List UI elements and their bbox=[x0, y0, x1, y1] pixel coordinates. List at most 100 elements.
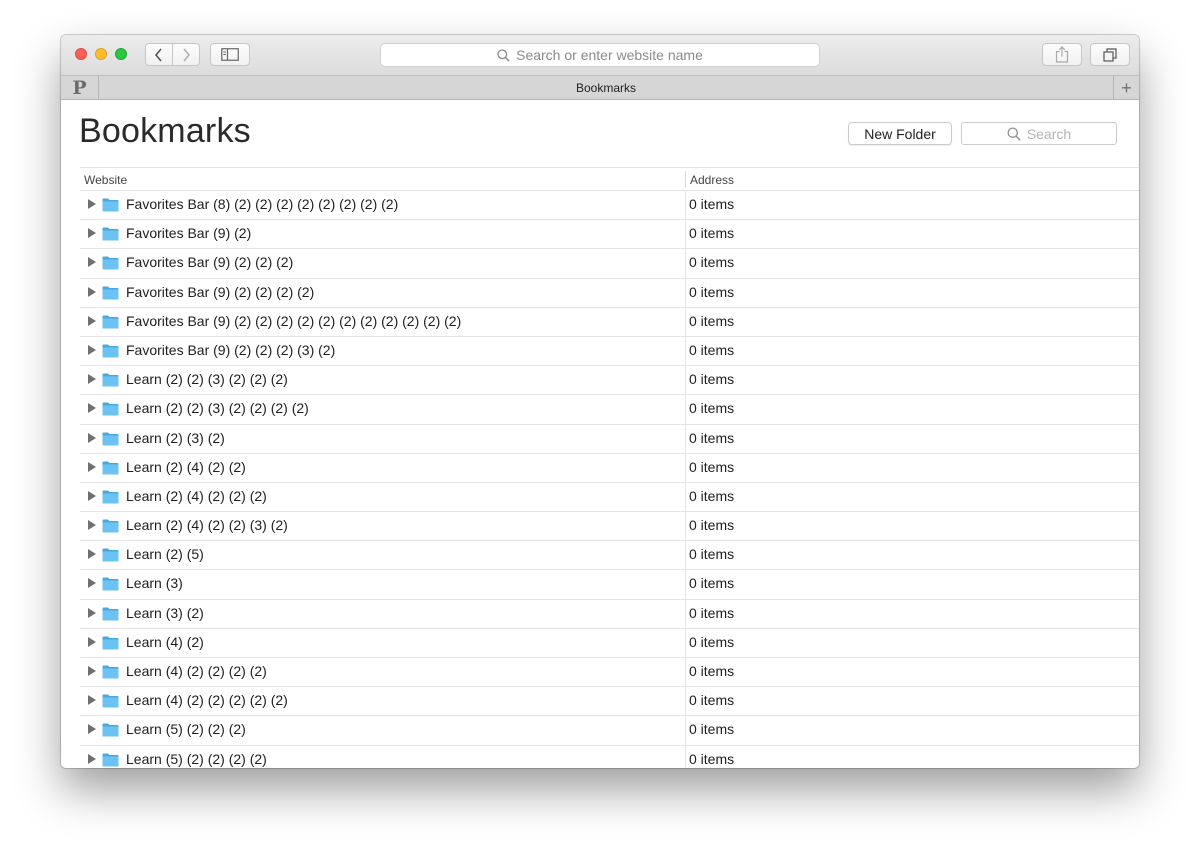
address-bar[interactable]: Search or enter website name bbox=[380, 43, 820, 67]
bookmark-address: 0 items bbox=[689, 692, 735, 709]
pinned-tab-letter: P bbox=[72, 77, 87, 99]
disclosure-triangle-icon[interactable] bbox=[88, 607, 96, 618]
bookmark-address: 0 items bbox=[689, 429, 735, 446]
table-row[interactable]: Favorites Bar (9) (2) (2) (2) (2) (2) (2… bbox=[80, 307, 1139, 337]
disclosure-triangle-icon[interactable] bbox=[88, 724, 96, 735]
column-divider bbox=[685, 570, 686, 599]
table-row[interactable]: Learn (2) (4) (2) (2) (2) 0 items bbox=[80, 482, 1139, 513]
table-row[interactable]: Learn (2) (4) (2) (2) 0 items bbox=[80, 453, 1139, 483]
disclosure-triangle-icon[interactable] bbox=[88, 753, 96, 764]
folder-icon bbox=[102, 402, 119, 416]
table-row[interactable]: Learn (2) (2) (3) (2) (2) (2) (2) 0 items bbox=[80, 395, 1139, 425]
minimize-window-button[interactable] bbox=[95, 48, 107, 60]
bookmark-folder-name: Learn (4) (2) (2) (2) (2) bbox=[126, 663, 267, 679]
table-row[interactable]: Learn (5) (2) (2) (2) 0 items bbox=[80, 716, 1139, 746]
folder-icon bbox=[102, 753, 119, 767]
back-button[interactable] bbox=[145, 43, 173, 66]
column-divider bbox=[685, 541, 686, 570]
folder-icon bbox=[102, 548, 119, 562]
table-row[interactable]: Favorites Bar (9) (2) (2) (2) 0 items bbox=[80, 249, 1139, 279]
folder-icon bbox=[102, 723, 119, 737]
table-row[interactable]: Favorites Bar (9) (2) 0 items bbox=[80, 220, 1139, 250]
bookmark-address: 0 items bbox=[689, 400, 735, 417]
share-button[interactable] bbox=[1042, 43, 1082, 66]
new-folder-button[interactable]: New Folder bbox=[848, 122, 952, 145]
bookmark-folder-name: Learn (4) (2) bbox=[126, 633, 204, 650]
folder-icon bbox=[102, 198, 119, 212]
bookmarks-search-field[interactable]: Search bbox=[961, 122, 1117, 145]
close-window-button[interactable] bbox=[75, 48, 87, 60]
bookmark-address: 0 items bbox=[689, 517, 735, 534]
table-row[interactable]: Learn (2) (3) (2) 0 items bbox=[80, 424, 1139, 454]
disclosure-triangle-icon[interactable] bbox=[88, 344, 96, 355]
table-row[interactable]: Learn (4) (2) 0 items bbox=[80, 628, 1139, 658]
folder-icon bbox=[102, 519, 119, 533]
table-row[interactable]: Learn (2) (5) 0 items bbox=[80, 541, 1139, 571]
table-row[interactable]: Learn (3) (2) 0 items bbox=[80, 599, 1139, 629]
search-icon bbox=[1007, 126, 1021, 141]
disclosure-triangle-icon[interactable] bbox=[88, 461, 96, 472]
table-row[interactable]: Favorites Bar (9) (2) (2) (2) (2) 0 items bbox=[80, 278, 1139, 308]
folder-icon bbox=[102, 665, 119, 679]
forward-button[interactable] bbox=[172, 43, 200, 66]
column-divider bbox=[685, 249, 686, 278]
bookmark-folder-name: Learn (5) (2) (2) (2) bbox=[126, 721, 246, 738]
disclosure-triangle-icon[interactable] bbox=[88, 315, 96, 326]
table-row[interactable]: Learn (2) (2) (3) (2) (2) (2) 0 items bbox=[80, 366, 1139, 396]
disclosure-triangle-icon[interactable] bbox=[88, 228, 96, 239]
table-header: Website Address bbox=[80, 167, 1139, 191]
folder-icon bbox=[102, 694, 119, 708]
disclosure-triangle-icon[interactable] bbox=[88, 490, 96, 501]
disclosure-triangle-icon[interactable] bbox=[88, 636, 96, 647]
bookmark-address: 0 items bbox=[689, 487, 735, 504]
disclosure-triangle-icon[interactable] bbox=[88, 286, 96, 297]
table-row[interactable]: Favorites Bar (9) (2) (2) (2) (3) (2) 0 i… bbox=[80, 336, 1139, 367]
tab-bookmarks[interactable]: Bookmarks bbox=[99, 76, 1113, 100]
bookmark-folder-name: Favorites Bar (9) (2) bbox=[126, 225, 252, 242]
share-icon bbox=[1055, 46, 1069, 63]
browser-window: Search or enter website name P Bookmarks… bbox=[61, 35, 1139, 768]
folder-icon bbox=[102, 373, 119, 387]
zoom-window-button[interactable] bbox=[115, 48, 127, 60]
table-row[interactable]: Learn (3) 0 items bbox=[80, 570, 1139, 600]
column-divider bbox=[685, 366, 686, 395]
disclosure-triangle-icon[interactable] bbox=[88, 578, 96, 589]
table-row[interactable]: Learn (2) (4) (2) (2) (3) (2) 0 items bbox=[80, 512, 1139, 542]
column-divider bbox=[685, 278, 686, 307]
disclosure-triangle-icon[interactable] bbox=[88, 257, 96, 268]
table-row[interactable]: Favorites Bar (8) (2) (2) (2) (2) (2) (2… bbox=[80, 191, 1139, 221]
disclosure-triangle-icon[interactable] bbox=[88, 199, 96, 209]
sidebar-button[interactable] bbox=[210, 43, 250, 66]
column-header-website[interactable]: Website bbox=[84, 173, 127, 187]
folder-icon bbox=[102, 577, 119, 591]
table-row[interactable]: Learn (4) (2) (2) (2) (2) 0 items bbox=[80, 658, 1139, 688]
tabs-overview-button[interactable] bbox=[1090, 43, 1130, 66]
disclosure-triangle-icon[interactable] bbox=[88, 432, 96, 443]
disclosure-triangle-icon[interactable] bbox=[88, 374, 96, 385]
folder-icon bbox=[102, 461, 119, 475]
column-divider bbox=[685, 745, 686, 768]
column-divider[interactable] bbox=[685, 171, 686, 188]
disclosure-triangle-icon[interactable] bbox=[88, 403, 96, 414]
new-tab-button[interactable]: + bbox=[1113, 76, 1139, 100]
bookmark-folder-name: Learn (2) (5) bbox=[126, 546, 204, 563]
disclosure-triangle-icon[interactable] bbox=[88, 549, 96, 560]
folder-icon bbox=[102, 490, 119, 504]
column-divider bbox=[685, 336, 686, 366]
folder-icon bbox=[102, 636, 119, 650]
table-row[interactable]: Learn (4) (2) (2) (2) (2) (2) 0 items bbox=[80, 687, 1139, 717]
bookmark-folder-name: Learn (2) (4) (2) (2) (3) (2) bbox=[126, 517, 288, 534]
bookmark-address: 0 items bbox=[689, 546, 735, 563]
column-header-address[interactable]: Address bbox=[690, 173, 734, 187]
table-row[interactable]: Learn (5) (2) (2) (2) (2) 0 items bbox=[80, 745, 1139, 768]
disclosure-triangle-icon[interactable] bbox=[88, 695, 96, 706]
column-divider bbox=[685, 512, 686, 541]
bookmark-folder-name: Favorites Bar (9) (2) (2) (2) bbox=[126, 254, 294, 271]
tab-bar: P Bookmarks + bbox=[61, 75, 1139, 100]
bookmark-folder-name: Favorites Bar (9) (2) (2) (2) (2) bbox=[126, 283, 315, 300]
bookmark-folder-name: Learn (3) bbox=[126, 575, 183, 592]
pinned-tab[interactable]: P bbox=[61, 76, 99, 100]
disclosure-triangle-icon[interactable] bbox=[88, 666, 96, 676]
bookmark-address: 0 items bbox=[689, 721, 735, 738]
disclosure-triangle-icon[interactable] bbox=[88, 520, 96, 531]
